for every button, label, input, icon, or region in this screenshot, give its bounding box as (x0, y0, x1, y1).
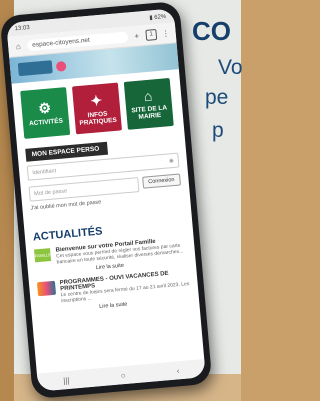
menu-icon[interactable]: ⋮ (160, 28, 171, 39)
news-section: ACTUALITÉS FAMILLE Bienvenue sur votre P… (24, 218, 199, 316)
identifiant-placeholder: Identifiant (32, 167, 57, 176)
background-text-line: pe (205, 86, 229, 109)
house-icon: ⌂ (143, 87, 154, 105)
gear-icon: ⚙ (37, 99, 52, 117)
news-thumbnail: FAMILLE (34, 248, 52, 263)
tile-activites[interactable]: ⚙ ACTIVITÉS (20, 87, 71, 139)
bulb-icon: ✦ (89, 91, 103, 109)
password-placeholder: Mot de passe (33, 187, 68, 197)
tile-label: ACTIVITÉS (28, 117, 64, 128)
news-thumbnail (36, 280, 56, 297)
background-headline: CO (192, 16, 231, 46)
tile-label: SITE DE LA MAIRIE (131, 104, 168, 121)
logo-bubble (55, 60, 67, 72)
home-button-icon[interactable]: ○ (120, 370, 126, 379)
tab-count-button[interactable]: 1 (145, 28, 158, 41)
site-logo (17, 60, 53, 77)
status-time: 13:03 (14, 25, 30, 33)
tile-infos-pratiques[interactable]: ✦ INFOS PRATIQUES (71, 82, 122, 135)
eye-icon[interactable]: ◉ (169, 157, 174, 163)
background-text-line: p (212, 119, 224, 142)
tile-site-mairie[interactable]: ⌂ SITE DE LA MAIRIE (123, 77, 174, 130)
smartphone: 13:03 ▮ 62% ⌂ espace-citoyens.net + 1 ⋮ … (0, 0, 213, 400)
home-icon[interactable]: ⌂ (13, 41, 24, 52)
new-tab-icon[interactable]: + (131, 30, 142, 41)
login-section: MON ESPACE PERSO Identifiant ◉ Mot de pa… (17, 131, 191, 216)
phone-screen: 13:03 ▮ 62% ⌂ espace-citoyens.net + 1 ⋮ … (6, 8, 206, 392)
recents-icon[interactable]: ||| (63, 375, 70, 385)
back-icon[interactable]: ‹ (176, 366, 179, 375)
connect-button[interactable]: Connexion (141, 172, 181, 189)
background-text-line: Vo (218, 56, 243, 79)
status-indicators: ▮ 62% (149, 13, 167, 22)
tile-label: INFOS PRATIQUES (79, 110, 118, 127)
